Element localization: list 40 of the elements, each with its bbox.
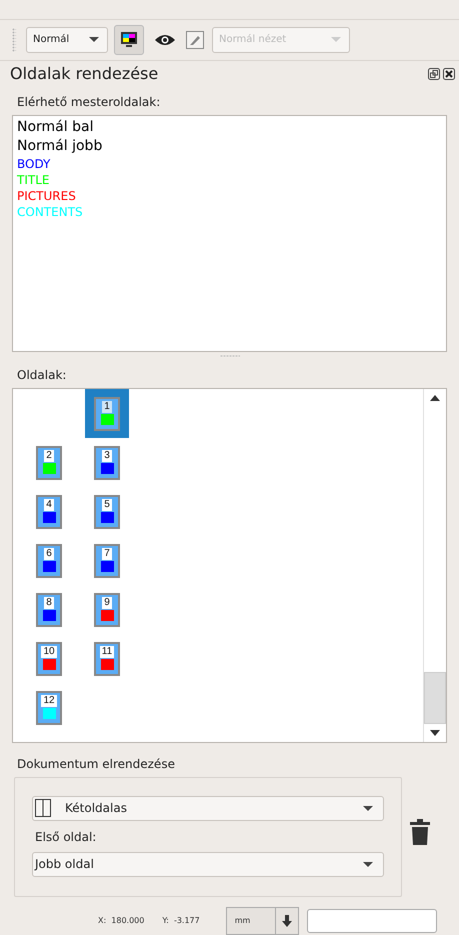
down-arrow-icon <box>282 914 292 927</box>
masters-label: Elérhető mesteroldalak: <box>16 94 162 111</box>
scrollbar[interactable] <box>423 389 446 742</box>
mode-select[interactable]: Normál <box>26 26 108 53</box>
page-thumbnail[interactable]: 7 <box>85 536 129 586</box>
trash-icon[interactable] <box>410 818 430 846</box>
page-thumbnail[interactable]: 8 <box>27 585 71 634</box>
panel-title: Oldalak rendezése <box>10 64 158 84</box>
page-thumbnail[interactable]: 12 <box>27 683 71 732</box>
toolbar-grip[interactable] <box>12 28 16 52</box>
layout-label: Dokumentum elrendezése <box>16 756 176 773</box>
y-coordinate: Y: -3.177 <box>162 916 200 926</box>
color-display-button[interactable] <box>114 24 144 55</box>
first-page-label: Első oldal: <box>34 828 98 846</box>
page-thumbnail[interactable]: 11 <box>85 634 129 684</box>
float-icon[interactable] <box>428 68 440 80</box>
page-thumbnail[interactable]: 4 <box>27 487 71 536</box>
pen-icon[interactable] <box>186 30 204 49</box>
layout-type-select[interactable]: Kétoldalas <box>32 796 384 821</box>
close-icon[interactable] <box>443 68 455 80</box>
page-thumbnail[interactable]: 3 <box>85 438 129 488</box>
page-thumbnail[interactable]: 5 <box>85 487 129 536</box>
zoom-field[interactable] <box>306 908 437 933</box>
unit-select[interactable]: mm <box>226 906 299 935</box>
first-page-select[interactable]: Jobb oldal <box>32 852 384 877</box>
master-page-item[interactable]: BODY <box>17 156 442 172</box>
page-thumbnail[interactable]: 1 <box>85 389 129 438</box>
splitter-handle[interactable] <box>220 355 240 358</box>
master-page-item[interactable]: Normál bal <box>17 118 442 137</box>
monitor-icon <box>120 30 138 49</box>
page-thumbnail[interactable]: 6 <box>27 536 71 586</box>
page-thumbnail[interactable]: 2 <box>27 438 71 488</box>
page-thumbnail[interactable]: 9 <box>85 585 129 634</box>
eye-icon[interactable] <box>154 32 176 47</box>
master-page-item[interactable]: PICTURES <box>17 188 442 204</box>
two-page-icon <box>35 799 51 818</box>
pages-label: Oldalak: <box>16 367 68 384</box>
x-coordinate: X: 180.000 <box>98 916 144 926</box>
page-thumbnail[interactable]: 10 <box>27 634 71 684</box>
master-page-item[interactable]: Normál jobb <box>17 136 442 156</box>
